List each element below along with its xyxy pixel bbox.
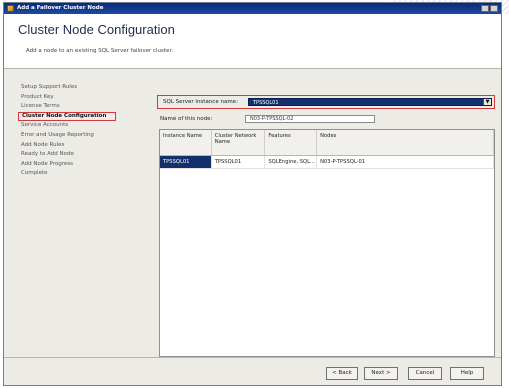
cell-instance-name[interactable]: TPSSQL01 [160,156,212,168]
nav-item-product-key[interactable]: Product Key [18,93,148,103]
main-content: SQL Server instance name: TPSSQL01 ▼ Nam… [157,81,497,359]
close-icon[interactable] [490,5,498,12]
table-header: Instance Name Cluster Network Name Featu… [160,130,494,156]
cell-features[interactable]: SQLEngine, SQL... [265,156,318,168]
nav-item-setup-support-rules[interactable]: Setup Support Rules [18,83,148,93]
next-button[interactable]: Next > [364,367,398,380]
node-name-label: Name of this node: [160,116,213,122]
instance-name-dropdown[interactable]: TPSSQL01 ▼ [248,98,492,106]
page-subtitle: Add a node to an existing SQL Server fai… [26,48,173,54]
column-header-cluster-network-name[interactable]: Cluster Network Name [212,130,266,155]
nav-item-license-terms[interactable]: License Terms [18,102,148,112]
node-name-row: Name of this node: N03-P-TPSSQL-02 [157,113,377,125]
node-name-field: N03-P-TPSSQL-02 [245,115,375,123]
cancel-button[interactable]: Cancel [408,367,442,380]
cell-nodes[interactable]: N03-P-TPSSQL-01 [317,156,494,168]
wizard-steps-nav: Setup Support Rules Product Key License … [18,83,148,179]
page-header: Cluster Node Configuration Add a node to… [4,14,501,69]
window-title: Add a Failover Cluster Node [17,5,104,11]
wizard-footer: < Back Next > Cancel Help [4,357,501,385]
minimize-icon[interactable] [481,5,489,12]
table-row[interactable]: TPSSQL01 TPSSQL01 SQLEngine, SQL... N03-… [160,156,494,169]
cluster-instances-table: Instance Name Cluster Network Name Featu… [159,129,495,357]
column-header-features[interactable]: Features [265,130,318,155]
instance-name-value: TPSSQL01 [253,100,279,106]
nav-item-ready-to-add-node[interactable]: Ready to Add Node [18,150,148,160]
back-button[interactable]: < Back [326,367,358,380]
column-header-instance-name[interactable]: Instance Name [160,130,212,155]
page-title: Cluster Node Configuration [18,22,175,37]
nav-item-cluster-node-configuration[interactable]: Cluster Node Configuration [18,111,116,122]
cell-cluster-network-name[interactable]: TPSSQL01 [212,156,266,168]
help-button[interactable]: Help [450,367,484,380]
nav-item-error-usage-reporting[interactable]: Error and Usage Reporting [18,131,148,141]
title-bar[interactable]: Add a Failover Cluster Node [4,3,501,14]
chevron-down-icon[interactable]: ▼ [483,99,491,105]
nav-item-service-accounts[interactable]: Service Accounts [18,121,148,131]
setup-window: Add a Failover Cluster Node Cluster Node… [3,2,502,386]
window-controls [481,5,498,12]
instance-name-row: SQL Server instance name: TPSSQL01 ▼ [157,95,495,109]
column-header-nodes[interactable]: Nodes [317,130,494,155]
nav-item-complete[interactable]: Complete [18,169,148,179]
nav-item-add-node-progress[interactable]: Add Node Progress [18,160,148,170]
instance-name-label: SQL Server instance name: [163,99,238,105]
nav-item-add-node-rules[interactable]: Add Node Rules [18,141,148,151]
setup-app-icon [7,5,14,12]
